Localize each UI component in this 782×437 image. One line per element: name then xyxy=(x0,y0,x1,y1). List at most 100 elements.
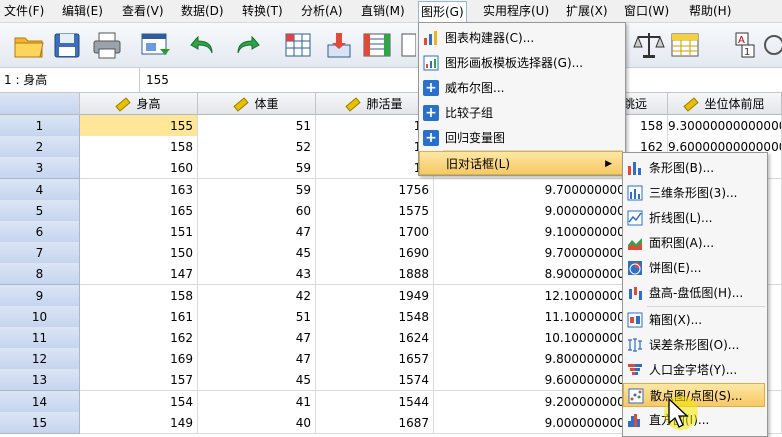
goto-case-icon[interactable] xyxy=(282,29,316,61)
cell-weight[interactable]: 59 xyxy=(198,157,316,180)
cell-height[interactable]: 161 xyxy=(80,305,198,328)
row-header[interactable]: 10 xyxy=(0,305,80,328)
menu-item-compare-subgroups[interactable]: + 比较子组 xyxy=(419,101,623,125)
cell-weight[interactable]: 59 xyxy=(198,178,316,201)
cell-lung-capacity[interactable]: 1575 xyxy=(316,199,434,222)
menu-data[interactable]: 数据(D) xyxy=(181,0,224,22)
cell-height[interactable]: 157 xyxy=(80,369,198,392)
menu-item-pie[interactable]: 饼图(E)... xyxy=(623,256,765,280)
menu-direct-marketing[interactable]: 直销(M) xyxy=(361,0,405,22)
cell-lung-capacity[interactable]: 19 xyxy=(316,157,434,180)
cell-sit-and-reach[interactable]: 9.30000000000000 xyxy=(668,115,782,137)
menu-help[interactable]: 帮助(H) xyxy=(689,0,731,22)
menu-analyze[interactable]: 分析(A) xyxy=(301,0,343,22)
print-icon[interactable] xyxy=(90,29,124,61)
menu-window[interactable]: 窗口(W) xyxy=(624,0,669,22)
row-header[interactable]: 13 xyxy=(0,369,80,392)
cell-height[interactable]: 169 xyxy=(80,348,198,371)
cell-weight[interactable]: 60 xyxy=(198,199,316,222)
cell-lung-capacity[interactable]: 1690 xyxy=(316,242,434,265)
row-header[interactable]: 7 xyxy=(0,242,80,265)
row-header[interactable]: 9 xyxy=(0,284,80,307)
open-folder-icon[interactable] xyxy=(12,29,46,61)
row-header[interactable]: 2 xyxy=(0,136,80,159)
menu-extensions[interactable]: 扩展(X) xyxy=(566,0,608,22)
cell-height[interactable]: 158 xyxy=(80,284,198,307)
cell-lung-capacity[interactable]: 1756 xyxy=(316,178,434,201)
undo-icon[interactable] xyxy=(188,29,222,61)
cell-height[interactable]: 149 xyxy=(80,411,198,434)
cell-weight[interactable]: 47 xyxy=(198,327,316,349)
row-header[interactable]: 14 xyxy=(0,390,80,413)
cell-lung-capacity[interactable]: 18 xyxy=(316,136,434,159)
goto-variable-icon[interactable] xyxy=(322,29,356,61)
save-icon[interactable] xyxy=(50,29,84,61)
cell-weight[interactable]: 43 xyxy=(198,263,316,286)
cell-lung-capacity[interactable]: 1657 xyxy=(316,348,434,371)
cell-weight[interactable]: 40 xyxy=(198,411,316,434)
column-header-sit-and-reach[interactable]: 坐位体前屈 xyxy=(668,93,782,115)
cell-weight[interactable]: 41 xyxy=(198,390,316,413)
cell-lung-capacity[interactable]: 1687 xyxy=(316,411,434,434)
cell-lung-capacity[interactable]: 16 xyxy=(316,115,434,137)
dialog-recall-icon[interactable] xyxy=(138,29,172,61)
row-header[interactable]: 1 xyxy=(0,115,80,137)
cell-height[interactable]: 147 xyxy=(80,263,198,286)
row-header[interactable]: 5 xyxy=(0,199,80,222)
redo-icon[interactable] xyxy=(228,29,262,61)
cell-weight[interactable]: 51 xyxy=(198,115,316,137)
select-cases-icon[interactable] xyxy=(668,29,702,61)
menu-item-population-pyramid[interactable]: 人口金字塔(Y)... xyxy=(623,358,765,382)
menu-item-error-bar[interactable]: 误差条形图(O)... xyxy=(623,333,765,357)
menu-item-regression-plots[interactable]: + 回归变量图 xyxy=(419,126,623,150)
column-header-height[interactable]: 身高 xyxy=(80,93,198,115)
variables-icon[interactable] xyxy=(360,29,394,61)
cell-height[interactable]: 158 xyxy=(80,136,198,159)
menu-file[interactable]: 文件(F) xyxy=(4,0,44,22)
menu-item-bar[interactable]: 条形图(B)... xyxy=(623,156,765,180)
menu-item-3d-bar[interactable]: 三维条形图(3)... xyxy=(623,181,765,205)
value-labels-icon[interactable]: A1 xyxy=(728,29,762,61)
menu-item-high-low[interactable]: 盘高-盘低图(H)... xyxy=(623,281,765,305)
column-header-lung-capacity[interactable]: 肺活量 xyxy=(316,93,434,115)
row-header[interactable]: 12 xyxy=(0,348,80,371)
row-header[interactable]: 11 xyxy=(0,327,80,349)
cell-height[interactable]: 162 xyxy=(80,327,198,349)
cell-height[interactable]: 151 xyxy=(80,221,198,243)
row-header[interactable]: 3 xyxy=(0,157,80,180)
cell-lung-capacity[interactable]: 1949 xyxy=(316,284,434,307)
cell-weight[interactable]: 51 xyxy=(198,305,316,328)
menu-edit[interactable]: 编辑(E) xyxy=(62,0,103,22)
cell-lung-capacity[interactable]: 1574 xyxy=(316,369,434,392)
column-header-weight[interactable]: 体重 xyxy=(198,93,316,115)
menu-graphs[interactable]: 图形(G) xyxy=(418,1,467,23)
cell-height[interactable]: 150 xyxy=(80,242,198,265)
menu-item-area[interactable]: 面积图(A)... xyxy=(623,231,765,255)
cell-lung-capacity[interactable]: 1544 xyxy=(316,390,434,413)
weight-cases-icon[interactable] xyxy=(632,29,666,61)
cell-weight[interactable]: 45 xyxy=(198,242,316,265)
cell-weight[interactable]: 45 xyxy=(198,369,316,392)
menu-item-weibull[interactable]: + 威布尔图... xyxy=(419,76,623,100)
menu-utilities[interactable]: 实用程序(U) xyxy=(483,0,549,22)
cell-value-input[interactable]: 155 xyxy=(146,68,169,92)
cell-height[interactable]: 165 xyxy=(80,199,198,222)
menu-view[interactable]: 查看(V) xyxy=(122,0,164,22)
menu-item-line[interactable]: 折线图(L)... xyxy=(623,206,765,230)
cell-weight[interactable]: 42 xyxy=(198,284,316,307)
cell-height[interactable]: 160 xyxy=(80,157,198,180)
corner-cell[interactable] xyxy=(0,93,80,115)
cell-weight[interactable]: 47 xyxy=(198,348,316,371)
partial-toolbar-icon[interactable] xyxy=(400,29,416,61)
row-header[interactable]: 8 xyxy=(0,263,80,286)
cell-weight[interactable]: 52 xyxy=(198,136,316,159)
cell-lung-capacity[interactable]: 1888 xyxy=(316,263,434,286)
use-sets-icon[interactable] xyxy=(760,29,782,61)
menu-item-chart-builder[interactable]: 图表构建器(C)... xyxy=(419,26,623,50)
menu-transform[interactable]: 转换(T) xyxy=(242,0,283,22)
row-header[interactable]: 4 xyxy=(0,178,80,201)
cell-height[interactable]: 155 xyxy=(80,115,198,137)
menu-item-legacy-dialogs[interactable]: 旧对话框(L) ▶ xyxy=(419,151,623,175)
cell-weight[interactable]: 47 xyxy=(198,221,316,243)
cell-lung-capacity[interactable]: 1700 xyxy=(316,221,434,243)
